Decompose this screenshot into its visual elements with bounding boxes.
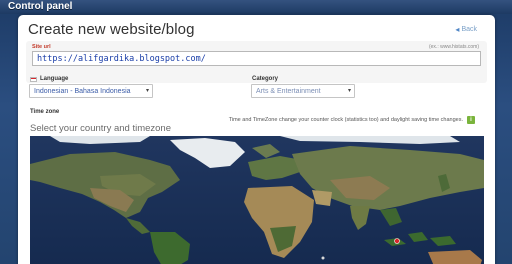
page-title: Create new website/blog: [28, 21, 195, 38]
top-bar: Control panel: [0, 0, 512, 14]
site-url-input[interactable]: https://alifgardika.blogspot.com/: [32, 51, 481, 66]
timezone-world-map[interactable]: [30, 136, 484, 264]
dropdown-arrow-icon: ▾: [145, 88, 149, 94]
world-map-image: [30, 136, 484, 264]
info-icon[interactable]: i: [467, 116, 475, 124]
category-selected: Arts & Entertainment: [256, 88, 321, 95]
site-url-example: (ex.: www.histats.com): [428, 44, 479, 50]
timezone-label: Time zone: [30, 109, 60, 115]
indonesia-flag-icon: [30, 76, 37, 82]
language-label-row: Language: [30, 76, 68, 82]
language-selected: Indonesian - Bahasa Indonesia: [34, 88, 131, 95]
timezone-select-prompt: Select your country and timezone: [30, 123, 171, 134]
app-title: Control panel: [8, 1, 73, 12]
language-label: Language: [40, 76, 69, 82]
dropdown-arrow-icon: ▾: [347, 88, 351, 94]
back-button[interactable]: ◂ Back: [455, 25, 477, 34]
language-select[interactable]: Indonesian - Bahasa Indonesia ▾: [29, 84, 153, 98]
site-url-label: Site url: [32, 44, 51, 50]
category-label: Category: [252, 76, 279, 82]
category-select[interactable]: Arts & Entertainment ▾: [251, 84, 355, 98]
back-label: Back: [461, 26, 477, 33]
back-arrow-icon: ◂: [455, 25, 460, 34]
timezone-hint: Time and TimeZone change your counter cl…: [228, 117, 463, 123]
create-website-panel: Create new website/blog ◂ Back Site url …: [18, 15, 495, 264]
